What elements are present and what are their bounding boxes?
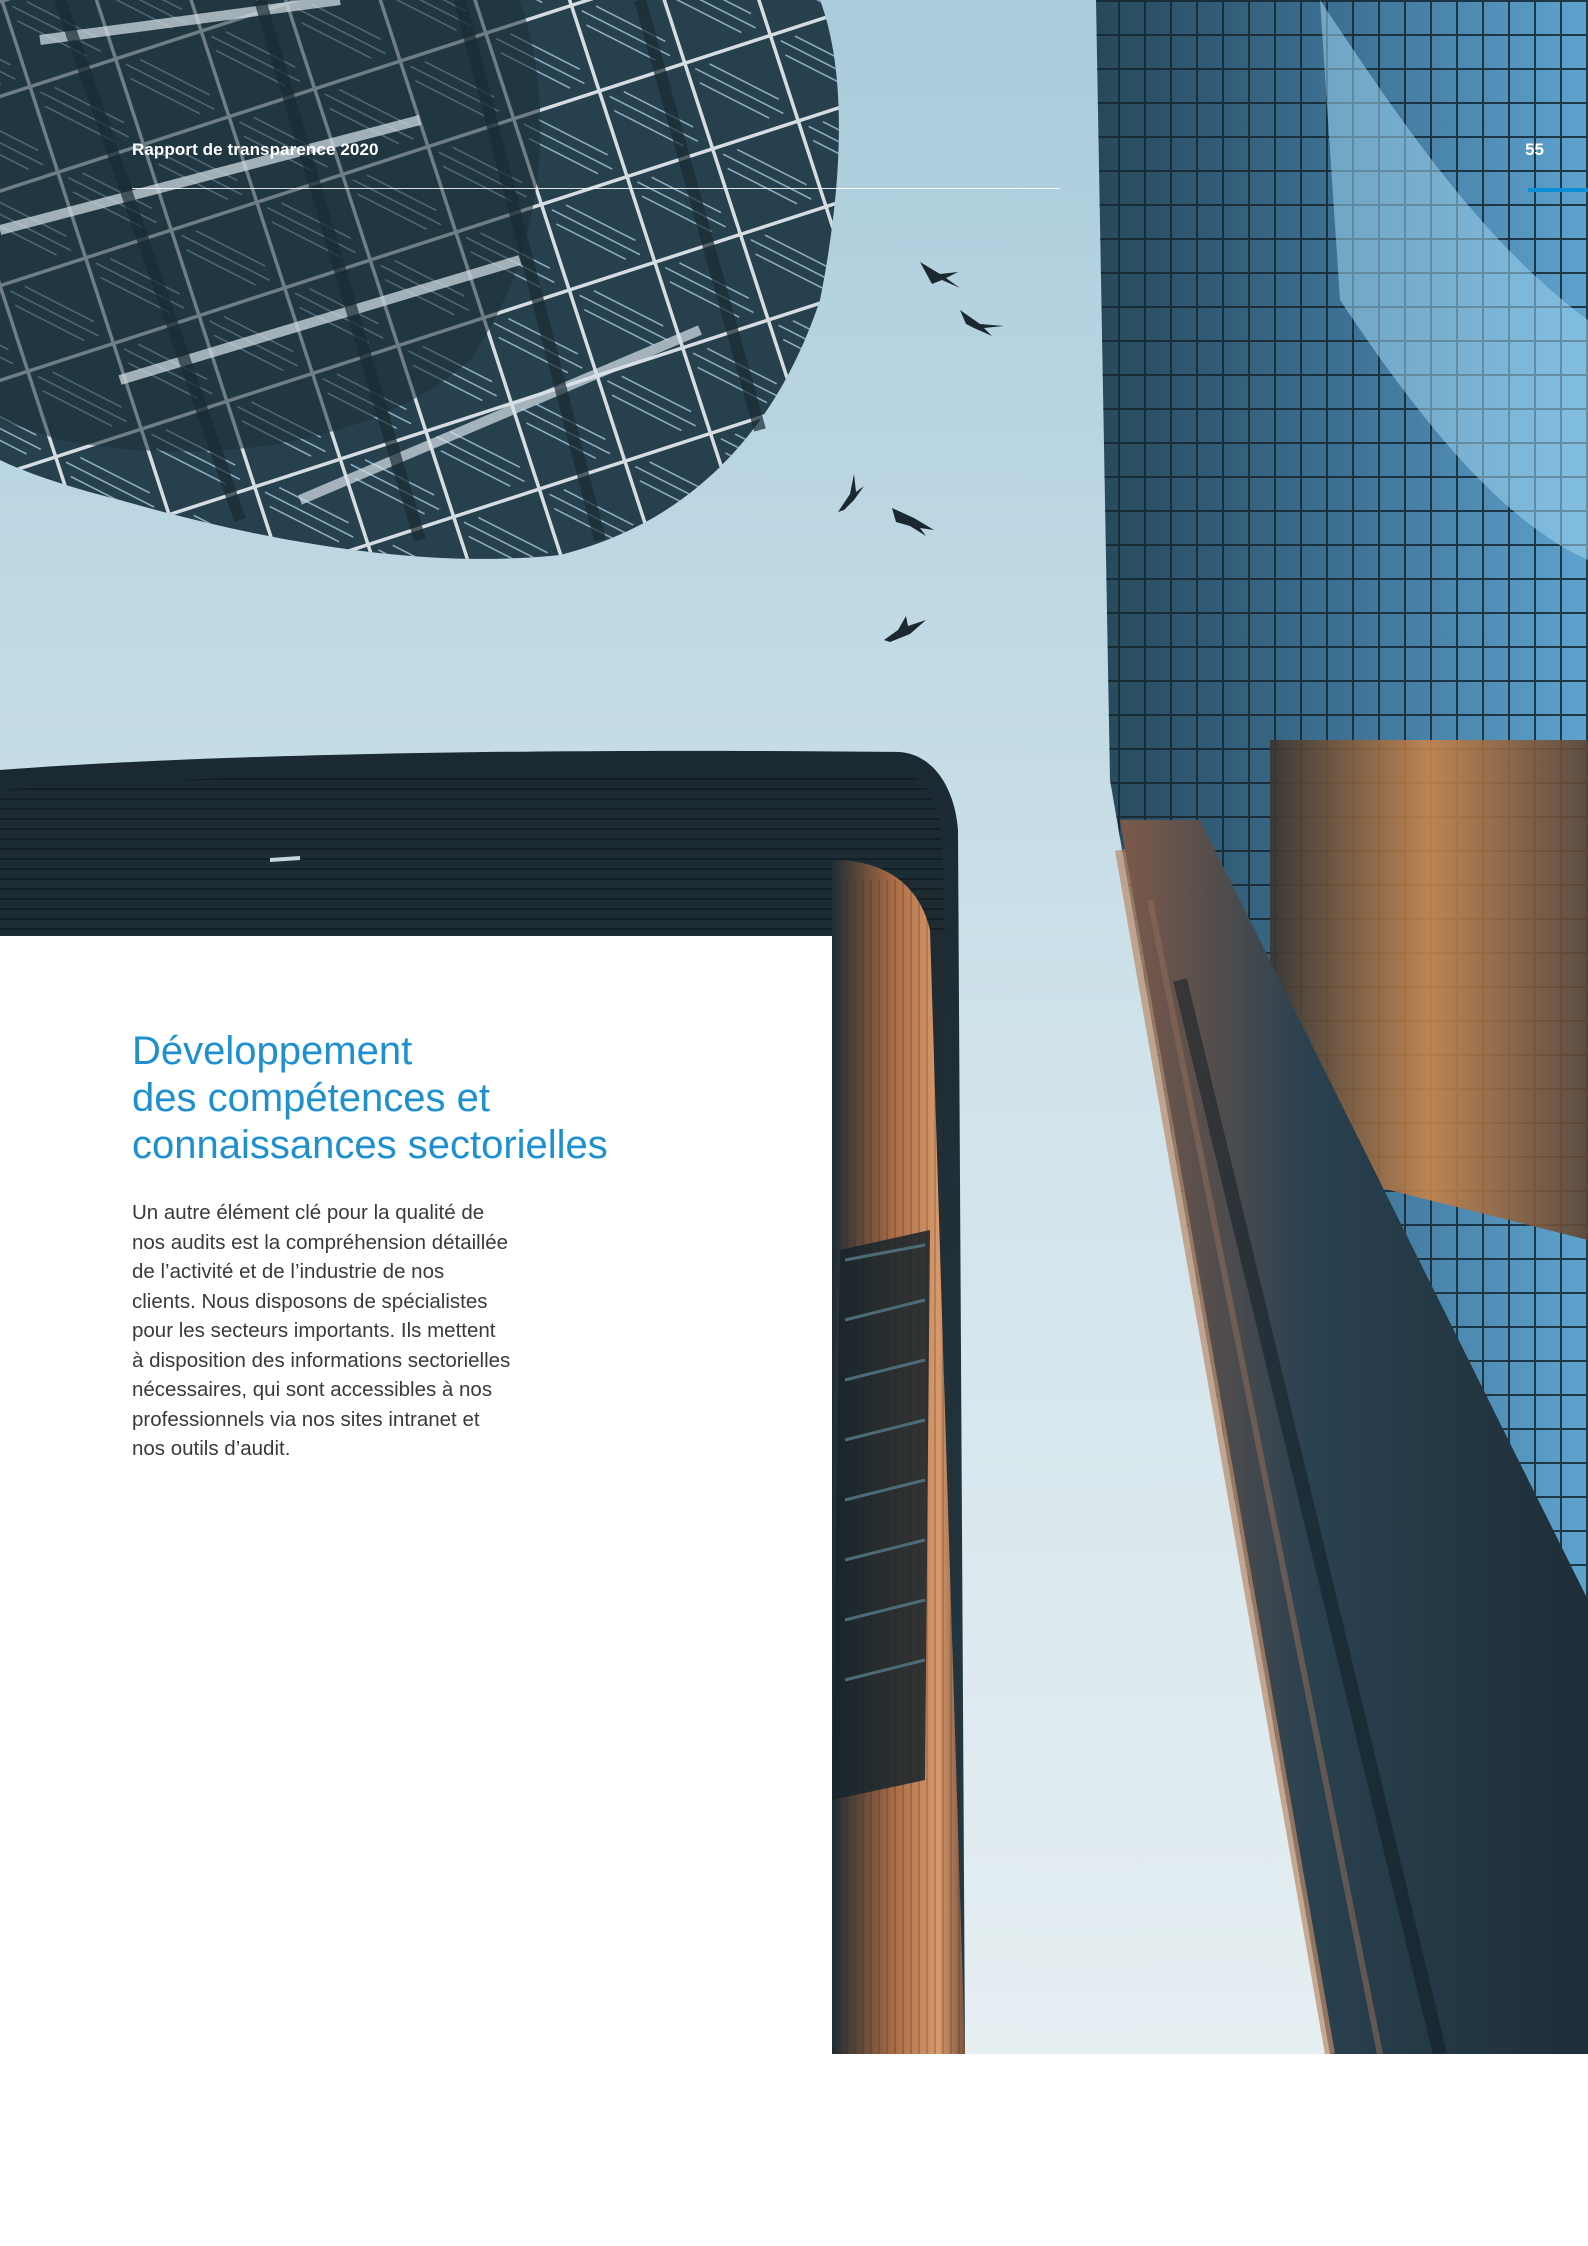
- section-title-line: Développement: [132, 1029, 413, 1073]
- section-title-line: des compétences et: [132, 1076, 490, 1120]
- body-line: nos audits est la compréhension détaillé…: [132, 1230, 509, 1254]
- page-accent-tab: [1528, 188, 1588, 192]
- body-line: Un autre élément clé pour la qualité de: [132, 1201, 485, 1224]
- body-line: nos outils d’audit.: [132, 1437, 291, 1460]
- body-line: professionnels via nos sites intranet et: [132, 1407, 480, 1431]
- section-body: Un autre élément clé pour la qualité de …: [132, 1198, 552, 1464]
- body-line: à disposition des informations sectoriel…: [132, 1348, 511, 1372]
- report-title: Rapport de transparence 2020: [132, 140, 379, 159]
- body-line: de l’activité et de l’industrie de nos: [132, 1260, 445, 1283]
- body-line: clients. Nous disposons de spécialistes: [132, 1289, 488, 1313]
- section-title-line: connaissances sectorielles: [132, 1123, 608, 1167]
- body-line: pour les secteurs importants. Ils metten…: [132, 1319, 496, 1342]
- body-line: nécessaires, qui sont accessibles à nos: [132, 1378, 493, 1401]
- page-number: 55: [1525, 140, 1544, 159]
- section-title: Développement des compétences et connais…: [132, 1028, 772, 1169]
- header-divider: [132, 188, 1060, 189]
